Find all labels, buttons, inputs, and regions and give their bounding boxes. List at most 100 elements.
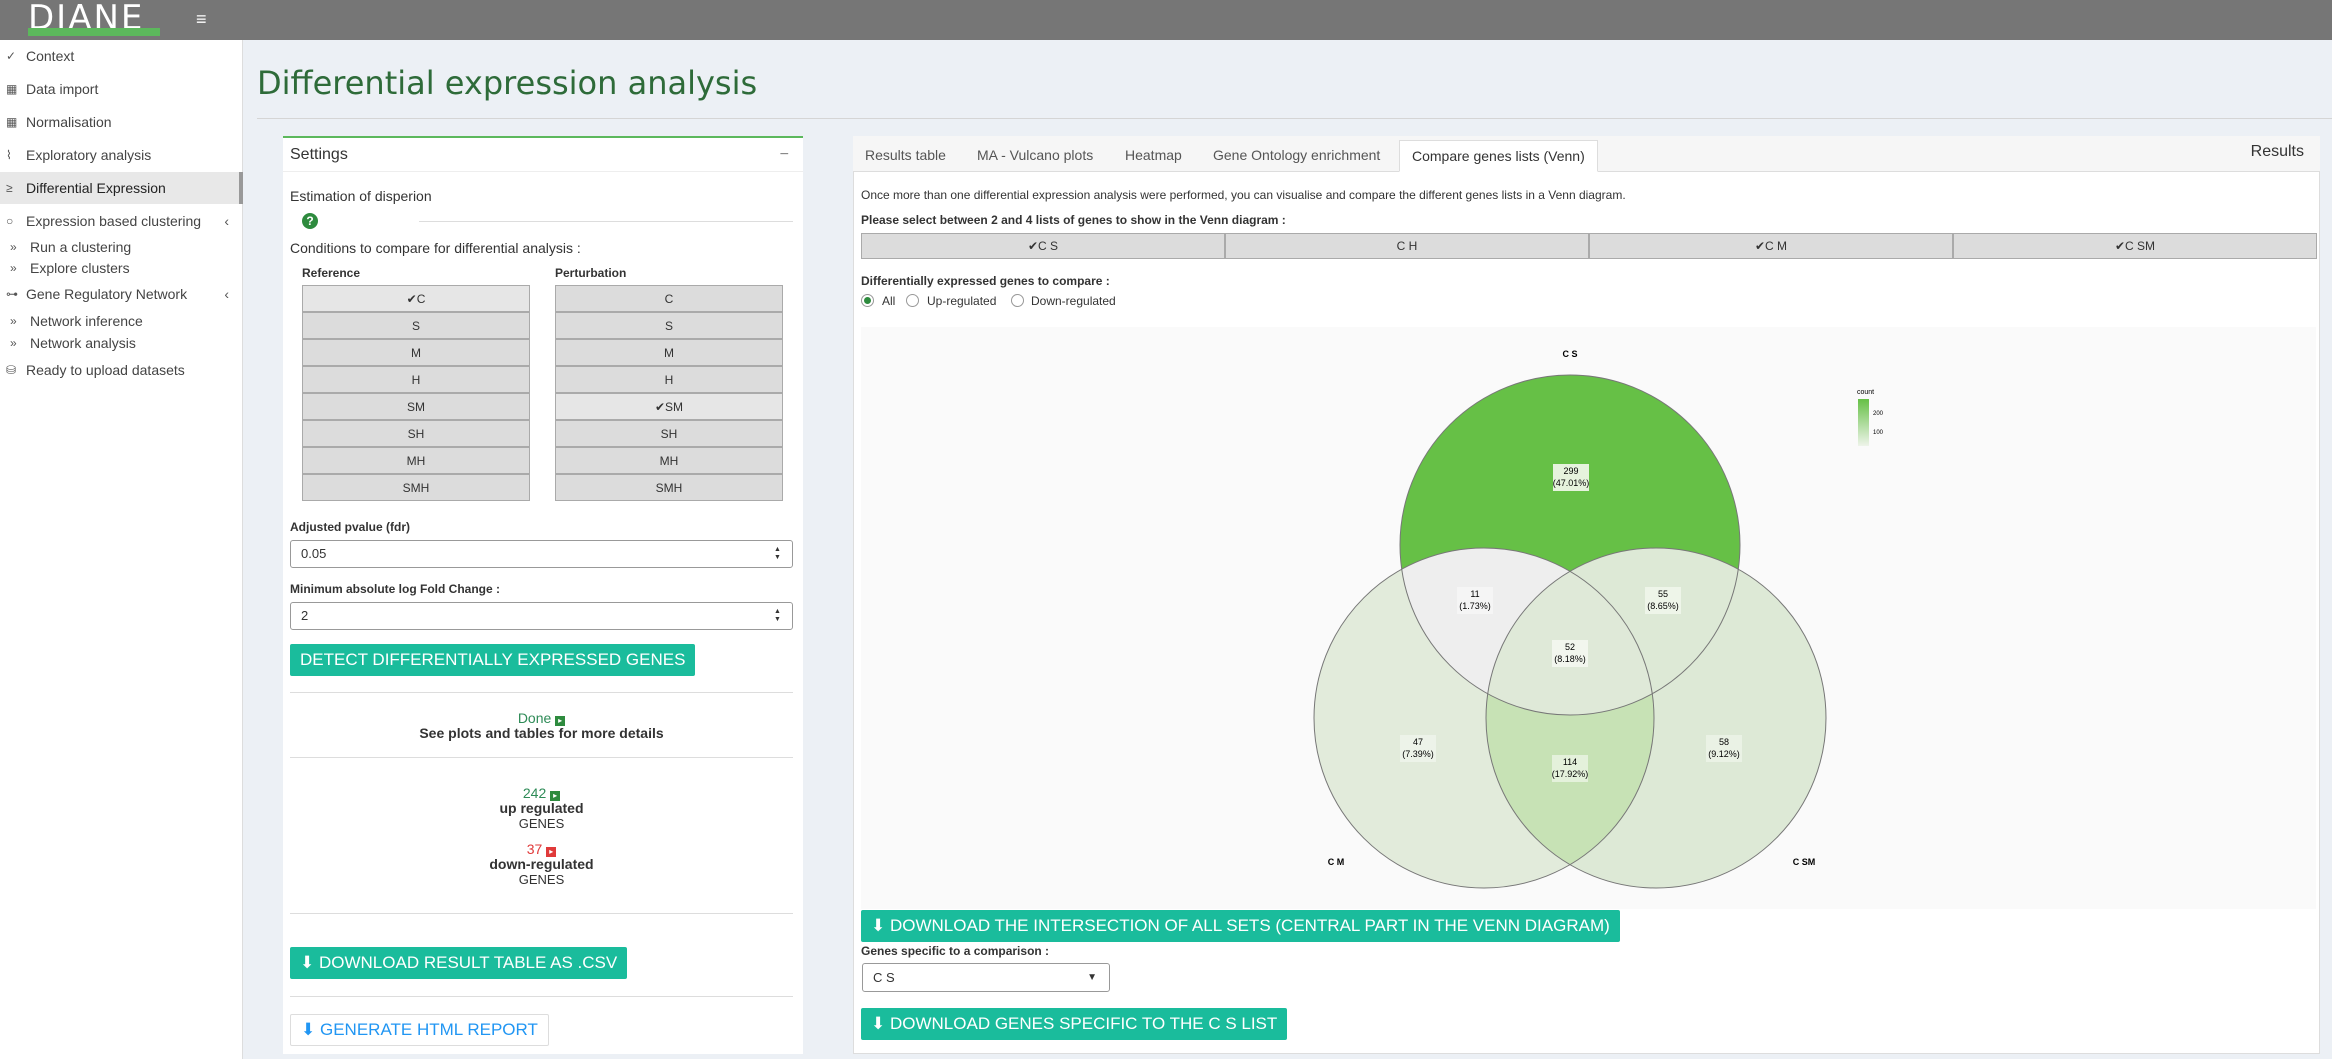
conditions-label: Conditions to compare for differential a… <box>290 240 581 256</box>
venn-list-csm[interactable]: ✔C SM <box>1953 233 2317 259</box>
reference-option-m[interactable]: M <box>302 339 530 366</box>
sidebar-subitem-run-clustering[interactable]: » Run a clustering <box>0 236 243 258</box>
reference-option-c[interactable]: ✔C <box>302 285 530 312</box>
perturbation-option-m[interactable]: M <box>555 339 783 366</box>
divider <box>290 913 793 914</box>
sidebar-item-normalisation[interactable]: ▦ Normalisation <box>0 106 243 138</box>
download-icon: ⬇ <box>300 953 315 972</box>
sidebar-item-exploratory-analysis[interactable]: ⌇ Exploratory analysis <box>0 139 243 171</box>
help-icon[interactable]: ? <box>302 213 318 229</box>
sidebar-subitem-explore-clusters[interactable]: » Explore clusters <box>0 257 243 279</box>
done-status: Done ▸ <box>290 710 793 726</box>
pvalue-input[interactable]: 0.05 ▲ ▼ <box>290 540 793 568</box>
logo-underline <box>28 28 160 36</box>
tab-ma-vulcano[interactable]: MA - Vulcano plots <box>965 140 1105 172</box>
spinner-icon[interactable]: ▲ ▼ <box>774 546 784 562</box>
up-genes-label: GENES <box>518 816 565 831</box>
radio-up-label[interactable]: Up-regulated <box>927 294 996 308</box>
perturbation-option-h[interactable]: H <box>555 366 783 393</box>
svg-text:(8.65%): (8.65%) <box>1647 601 1679 611</box>
chart-line-icon: ⌇ <box>6 148 12 162</box>
detect-de-genes-button[interactable]: DETECT DIFFERENTIALLY EXPRESSED GENES <box>290 644 696 676</box>
fold-change-input[interactable]: 2 ▲ ▼ <box>290 602 793 630</box>
venn-list-ch[interactable]: C H <box>1225 233 1589 259</box>
perturbation-option-mh[interactable]: MH <box>555 447 783 474</box>
reference-option-smh[interactable]: SMH <box>302 474 530 501</box>
venn-intro: Once more than one differential expressi… <box>861 188 1626 202</box>
reference-option-sh[interactable]: SH <box>302 420 530 447</box>
radio-all[interactable] <box>861 294 874 307</box>
sidebar-item-differential-expression[interactable]: ≥ Differential Expression <box>0 172 243 204</box>
svg-text:52: 52 <box>1565 642 1575 652</box>
hamburger-icon[interactable]: ≡ <box>196 9 207 30</box>
database-icon: ⛁ <box>6 363 17 377</box>
sidebar: ✓ Context ▦ Data import ▦ Normalisation ⌇ Ex… <box>0 40 243 1059</box>
download-icon: ⬇ <box>871 916 886 935</box>
sidebar-item-gene-regulatory-network[interactable]: ⊶ Gene Regulatory Network ‹ <box>0 278 243 310</box>
compare-label: Differentially expressed genes to compar… <box>861 274 1110 288</box>
legend-tick-200: 200 <box>1873 411 1884 417</box>
venn-list-cm[interactable]: ✔C M <box>1589 233 1953 259</box>
tab-venn[interactable]: Compare genes lists (Venn) <box>1399 140 1598 172</box>
svg-text:(9.12%): (9.12%) <box>1708 749 1740 759</box>
svg-text:114: 114 <box>1563 757 1577 767</box>
download-specific-button[interactable]: ⬇ DOWNLOAD GENES SPECIFIC TO THE C S LIS… <box>861 1008 1288 1040</box>
pvalue-label: Adjusted pvalue (fdr) <box>290 520 411 534</box>
divider <box>290 757 793 758</box>
sidebar-item-expression-clustering[interactable]: ○ Expression based clustering ‹ <box>0 205 243 237</box>
radio-all-label[interactable]: All <box>882 294 895 308</box>
caret-down-icon: ▼ <box>1087 972 1097 983</box>
download-intersection-button[interactable]: ⬇ DOWNLOAD THE INTERSECTION OF ALL SETS … <box>861 910 1620 942</box>
venn-diagram: C S C M C SM 299 (47.01%) 11 (1.73%) 55 (8.… <box>1313 349 1884 889</box>
sidebar-subitem-network-analysis[interactable]: » Network analysis <box>0 332 243 354</box>
reference-option-mh[interactable]: MH <box>302 447 530 474</box>
up-label: up regulated <box>499 800 584 816</box>
svg-text:(17.92%): (17.92%) <box>1552 769 1589 779</box>
perturbation-option-smh[interactable]: SMH <box>555 474 783 501</box>
perturbation-option-sm[interactable]: ✔SM <box>555 393 783 420</box>
double-chevron-icon: » <box>10 261 17 275</box>
chevron-left-icon: ‹ <box>224 286 229 302</box>
down-label: down-regulated <box>489 856 594 872</box>
sidebar-subitem-network-inference[interactable]: » Network inference <box>0 310 243 332</box>
check-icon: ✔ <box>1754 239 1766 253</box>
table-icon: ▦ <box>6 115 18 129</box>
venn-list-cs[interactable]: ✔C S <box>861 233 1225 259</box>
sprout-icon: ✓ <box>6 49 17 63</box>
reference-option-s[interactable]: S <box>302 312 530 339</box>
down-count: 37 ▸ <box>290 841 793 857</box>
venn-region-label-cs-cm: 11 (1.73%) <box>1457 587 1493 614</box>
generate-report-button[interactable]: ⬇ GENERATE HTML REPORT <box>290 1014 549 1046</box>
perturbation-option-sh[interactable]: SH <box>555 420 783 447</box>
specific-comparison-select[interactable]: C S ▼ <box>862 963 1110 992</box>
sort-amount-icon: ≥ <box>6 181 13 195</box>
sidebar-item-context[interactable]: ✓ Context <box>0 40 243 72</box>
tab-go-enrichment[interactable]: Gene Ontology enrichment <box>1201 140 1392 172</box>
spinner-icon[interactable]: ▲ ▼ <box>774 608 784 624</box>
divider <box>290 996 793 997</box>
svg-text:(7.39%): (7.39%) <box>1402 749 1434 759</box>
down-genes-label: GENES <box>518 872 565 887</box>
perturbation-option-s[interactable]: S <box>555 312 783 339</box>
tab-results-table[interactable]: Results table <box>853 140 958 172</box>
sidebar-item-ready-to-upload[interactable]: ⛁ Ready to upload datasets <box>0 354 243 386</box>
sidebar-item-data-import[interactable]: ▦ Data import <box>0 73 243 105</box>
svg-text:55: 55 <box>1658 589 1668 599</box>
top-bar: DIANE ≡ <box>0 0 2332 40</box>
download-csv-button[interactable]: ⬇ DOWNLOAD RESULT TABLE AS .CSV <box>290 947 628 979</box>
collapse-icon[interactable]: − <box>780 138 789 172</box>
perturbation-option-c[interactable]: C <box>555 285 783 312</box>
svg-text:11: 11 <box>1470 589 1479 599</box>
radio-down-regulated[interactable] <box>1011 294 1024 307</box>
reference-option-sm[interactable]: SM <box>302 393 530 420</box>
network-icon: ⊶ <box>6 287 18 301</box>
radio-up-regulated[interactable] <box>906 294 919 307</box>
radio-down-label[interactable]: Down-regulated <box>1031 294 1116 308</box>
reference-option-h[interactable]: H <box>302 366 530 393</box>
double-chevron-icon: » <box>10 314 17 328</box>
results-tab-bar: Results table MA - Vulcano plots Heatmap… <box>853 136 2320 172</box>
chevron-left-icon: ‹ <box>224 213 229 229</box>
tab-heatmap[interactable]: Heatmap <box>1113 140 1194 172</box>
check-icon: ✔ <box>654 400 666 414</box>
svg-text:(1.73%): (1.73%) <box>1459 601 1491 611</box>
